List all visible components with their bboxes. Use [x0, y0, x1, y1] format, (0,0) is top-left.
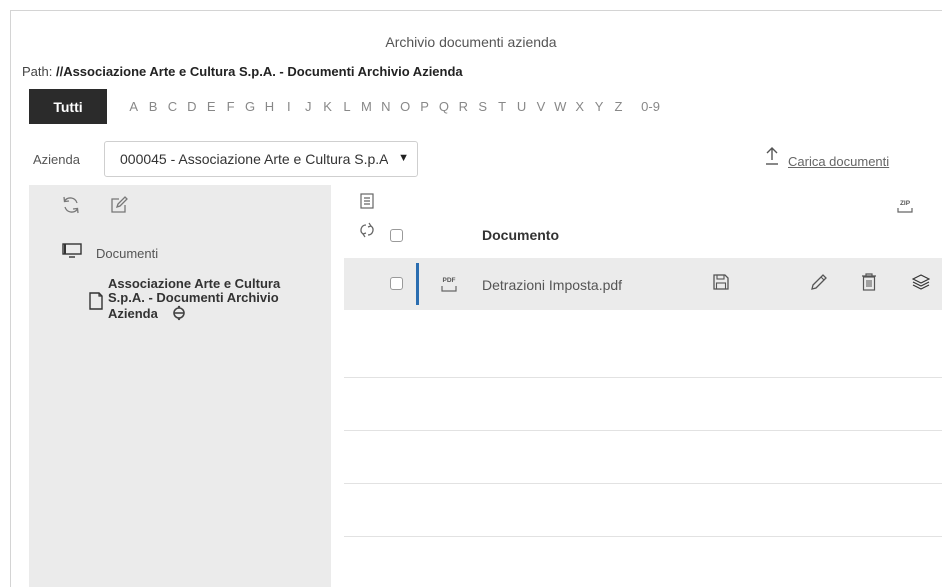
layers-icon[interactable]: [911, 274, 931, 295]
sync-icon[interactable]: [359, 222, 375, 243]
row-divider: [344, 430, 942, 431]
company-select[interactable]: 000045 - Associazione Arte e Cultura S.p…: [104, 141, 418, 177]
save-icon[interactable]: [712, 273, 730, 296]
filter-letter-u[interactable]: U: [512, 99, 531, 114]
zip-download-icon[interactable]: ZIP: [896, 195, 914, 220]
page-title: Archivio documenti azienda: [385, 34, 557, 50]
tree-node-documenti[interactable]: Documenti: [62, 243, 158, 264]
company-selected-value: 000045 - Associazione Arte e Cultura S.p…: [120, 151, 388, 167]
path-label: Path:: [22, 64, 56, 79]
upload-documents-label: Carica documenti: [788, 154, 890, 169]
filter-letter-m[interactable]: M: [357, 99, 376, 114]
row-divider: [344, 536, 942, 537]
letter-list: ABCDEFGHIJKLMNOPQRSTUVWXYZ: [124, 99, 628, 114]
pencil-icon[interactable]: [810, 273, 828, 296]
dropdown-arrow-icon: ▼: [398, 152, 409, 164]
list-view-icon[interactable]: [360, 193, 374, 214]
row-checkbox[interactable]: [390, 277, 403, 290]
select-all-checkbox[interactable]: [390, 229, 403, 242]
filter-letter-s[interactable]: S: [473, 99, 492, 114]
row-accent-bar: [416, 263, 419, 305]
row-divider: [344, 483, 942, 484]
document-list: Documento ZIP PDF Detrazioni Imposta.pdf: [344, 185, 942, 587]
filter-letter-x[interactable]: X: [570, 99, 589, 114]
row-divider: [344, 377, 942, 378]
alphabet-filter: Tutti ABCDEFGHIJKLMNOPQRSTUVWXYZ 0-9: [29, 89, 660, 124]
upload-documents-link[interactable]: Carica documenti: [765, 147, 889, 169]
table-row[interactable]: PDF Detrazioni Imposta.pdf: [344, 258, 942, 310]
tree-root-label: Documenti: [96, 246, 159, 261]
breadcrumb-path: Path: //Associazione Arte e Cultura S.p.…: [22, 64, 463, 79]
filter-letter-f[interactable]: F: [221, 99, 240, 114]
filter-letter-v[interactable]: V: [531, 99, 550, 114]
filter-letter-r[interactable]: R: [454, 99, 473, 114]
filter-letter-w[interactable]: W: [551, 99, 570, 114]
tree-child-label: Associazione Arte e Cultura S.p.A. - Doc…: [108, 276, 281, 321]
filter-letter-k[interactable]: K: [318, 99, 337, 114]
filter-all-button[interactable]: Tutti: [29, 89, 107, 124]
filter-numeric-button[interactable]: 0-9: [641, 99, 660, 114]
filter-letter-d[interactable]: D: [182, 99, 201, 114]
filter-letter-j[interactable]: J: [299, 99, 318, 114]
document-name[interactable]: Detrazioni Imposta.pdf: [482, 277, 622, 293]
filter-letter-a[interactable]: A: [124, 99, 143, 114]
pdf-badge-text: PDF: [443, 277, 456, 284]
edit-icon[interactable]: [109, 195, 129, 220]
filter-letter-n[interactable]: N: [376, 99, 395, 114]
trash-icon[interactable]: [860, 273, 878, 296]
filter-letter-i[interactable]: I: [279, 99, 298, 114]
filter-letter-b[interactable]: B: [143, 99, 162, 114]
tree-node-archive[interactable]: Associazione Arte e Cultura S.p.A. - Doc…: [88, 277, 318, 324]
computer-icon: [62, 243, 82, 264]
filter-letter-y[interactable]: Y: [589, 99, 608, 114]
filter-letter-q[interactable]: Q: [434, 99, 453, 114]
folder-tree-panel: Documenti Associazione Arte e Cultura S.…: [29, 185, 331, 587]
zip-badge-text: ZIP: [900, 200, 911, 207]
company-label: Azienda: [33, 152, 80, 167]
filter-letter-h[interactable]: H: [260, 99, 279, 114]
column-documento: Documento: [482, 227, 559, 243]
filter-letter-l[interactable]: L: [337, 99, 356, 114]
filter-letter-o[interactable]: O: [395, 99, 414, 114]
filter-letter-p[interactable]: P: [415, 99, 434, 114]
filter-letter-e[interactable]: E: [202, 99, 221, 114]
filter-letter-c[interactable]: C: [163, 99, 182, 114]
filter-letter-g[interactable]: G: [240, 99, 259, 114]
path-value: //Associazione Arte e Cultura S.p.A. - D…: [55, 64, 463, 79]
pdf-file-icon: PDF: [440, 272, 458, 299]
filter-letter-z[interactable]: Z: [609, 99, 628, 114]
document-icon: [88, 291, 104, 324]
upload-arrow-icon: [765, 147, 779, 169]
settings-gear-icon[interactable]: [171, 305, 187, 324]
refresh-icon[interactable]: [61, 195, 81, 220]
filter-letter-t[interactable]: T: [492, 99, 511, 114]
